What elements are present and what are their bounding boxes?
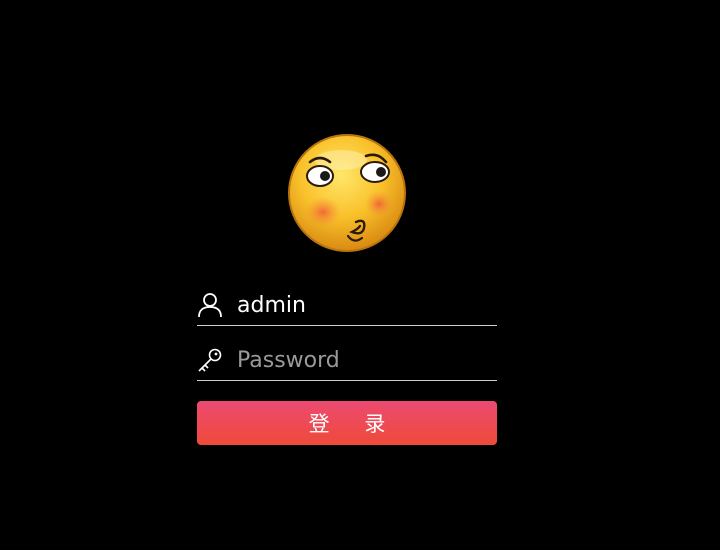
key-icon (197, 347, 223, 373)
blushing-emoji-icon (288, 134, 406, 252)
password-input[interactable] (237, 344, 487, 376)
username-input[interactable] (237, 289, 487, 321)
login-button[interactable]: 登 录 (197, 401, 497, 445)
user-icon (197, 292, 223, 318)
login-page: 登 录 (0, 0, 720, 550)
password-field-row (197, 340, 497, 381)
avatar (286, 132, 408, 254)
username-field-row (197, 285, 497, 326)
